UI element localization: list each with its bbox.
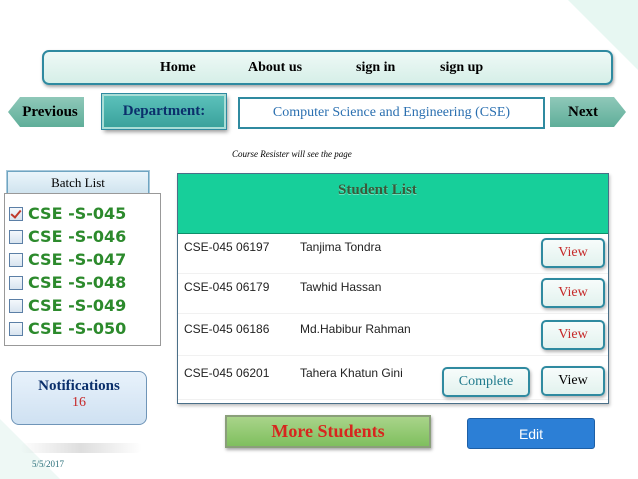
batch-item-cse-s-046[interactable]: CSE -S-046 <box>9 226 126 247</box>
batch-item-cse-s-047[interactable]: CSE -S-047 <box>9 249 126 270</box>
nav-signup-link[interactable]: sign up <box>440 60 483 76</box>
date-label: 5/5/2017 <box>32 459 65 469</box>
view-button[interactable]: View <box>541 320 605 350</box>
batch-item-label: CSE -S-049 <box>28 296 127 315</box>
department-field[interactable]: Computer Science and Engineering (CSE) <box>238 97 545 129</box>
batch-item-cse-s-050[interactable]: CSE -S-050 <box>9 318 126 339</box>
edit-button[interactable]: Edit <box>467 418 595 449</box>
student-name: Md.Habibur Rahman <box>300 322 411 336</box>
batch-item-label: CSE -S-045 <box>28 204 127 223</box>
checkbox-icon[interactable] <box>9 321 23 336</box>
batch-item-label: CSE -S-046 <box>28 227 127 246</box>
department-label: Department: <box>101 93 227 130</box>
batch-item-cse-s-048[interactable]: CSE -S-048 <box>9 272 126 293</box>
batch-item-label: CSE -S-048 <box>28 273 127 292</box>
batch-list: CSE -S-045 CSE -S-046 CSE -S-047 CSE -S-… <box>4 193 161 346</box>
next-button[interactable]: Next <box>550 97 626 127</box>
view-button[interactable]: View <box>541 366 605 396</box>
course-note: Course Resister will see the page <box>232 149 352 159</box>
checkbox-icon[interactable] <box>9 229 23 244</box>
student-name: Tanjima Tondra <box>300 240 382 254</box>
notifications-label: Notifications <box>38 378 120 394</box>
student-id: CSE-045 06197 <box>184 240 270 254</box>
nav-home-link[interactable]: Home <box>160 60 196 76</box>
student-list-title: Student List <box>338 182 417 198</box>
student-name: Tawhid Hassan <box>300 280 382 294</box>
student-id: CSE-045 06179 <box>184 280 270 294</box>
student-list-header: Student List <box>178 174 608 234</box>
student-id: CSE-045 06201 <box>184 366 270 380</box>
complete-button[interactable]: Complete <box>442 367 530 397</box>
nav-about-link[interactable]: About us <box>248 60 302 76</box>
batch-item-cse-s-045[interactable]: CSE -S-045 <box>9 203 126 224</box>
checkbox-checked-icon[interactable] <box>9 206 23 221</box>
previous-button[interactable]: Previous <box>8 97 84 127</box>
view-button[interactable]: View <box>541 238 605 268</box>
checkbox-icon[interactable] <box>9 252 23 267</box>
checkbox-icon[interactable] <box>9 275 23 290</box>
decorative-divider <box>20 443 142 453</box>
checkbox-icon[interactable] <box>9 298 23 313</box>
batch-item-label: CSE -S-047 <box>28 250 127 269</box>
student-id: CSE-045 06186 <box>184 322 270 336</box>
nav-signin-link[interactable]: sign in <box>356 60 395 76</box>
more-students-button[interactable]: More Students <box>225 415 431 448</box>
student-name: Tahera Khatun Gini <box>300 366 403 380</box>
batch-item-label: CSE -S-050 <box>28 319 127 338</box>
batch-list-title: Batch List <box>6 170 150 196</box>
notifications-box[interactable]: Notifications 16 <box>11 371 147 425</box>
top-navbar: Home About us sign in sign up <box>42 50 613 85</box>
view-button[interactable]: View <box>541 278 605 308</box>
notifications-count: 16 <box>72 395 86 410</box>
batch-item-cse-s-049[interactable]: CSE -S-049 <box>9 295 126 316</box>
